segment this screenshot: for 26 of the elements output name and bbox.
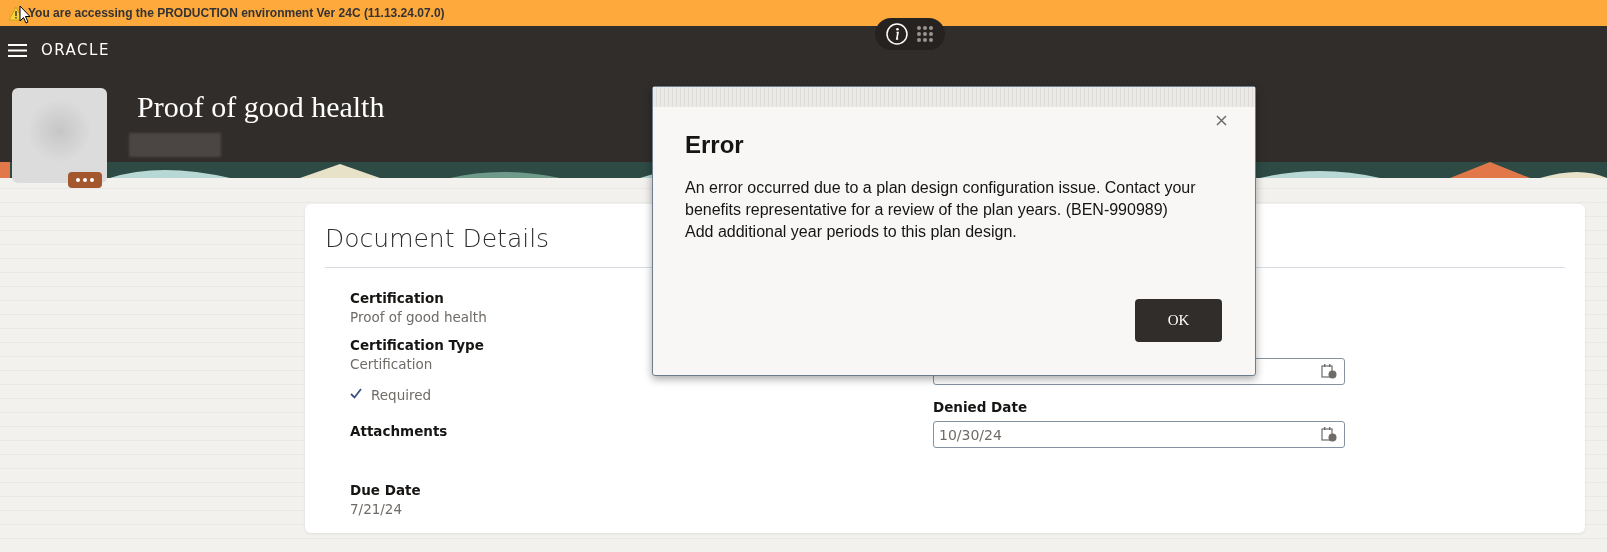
- required-label: Required: [371, 387, 432, 403]
- close-button[interactable]: [1214, 113, 1229, 128]
- calendar-icon[interactable]: [1321, 426, 1337, 442]
- error-message: An error occurred due to a plan design configuration issue. Contact your benefits representative for a review of the plan years. (BEN-990989): [685, 178, 1197, 220]
- field-label: Due Date: [350, 482, 421, 498]
- ok-button[interactable]: OK: [1135, 299, 1222, 342]
- more-button[interactable]: [68, 172, 102, 188]
- page-title: Proof of good health: [137, 89, 385, 124]
- menu-icon[interactable]: [8, 42, 27, 58]
- date-field[interactable]: 10/30/24: [933, 421, 1345, 448]
- dialog-title: Error: [685, 131, 745, 159]
- logo[interactable]: ORACLE: [41, 41, 110, 59]
- field-label: Attachments: [350, 423, 448, 439]
- more-icon: [76, 178, 94, 182]
- field-value: Proof of good health: [350, 309, 487, 325]
- info-icon[interactable]: [886, 23, 908, 45]
- field-label: Certification: [350, 290, 444, 306]
- apps-grid-icon[interactable]: [916, 25, 934, 43]
- environment-notice: You are accessing the PRODUCTION environment Ver 24C (11.13.24.07.0): [28, 6, 445, 20]
- field-value: Certification: [350, 356, 433, 372]
- field-label: Certification Type: [350, 337, 484, 353]
- field-label: Denied Date: [933, 399, 1028, 415]
- error-detail: Add additional year periods to this plan design.: [685, 222, 1018, 242]
- close-icon: [1216, 115, 1227, 126]
- field-value: 7/21/24: [350, 501, 403, 517]
- calendar-icon[interactable]: [1321, 363, 1337, 379]
